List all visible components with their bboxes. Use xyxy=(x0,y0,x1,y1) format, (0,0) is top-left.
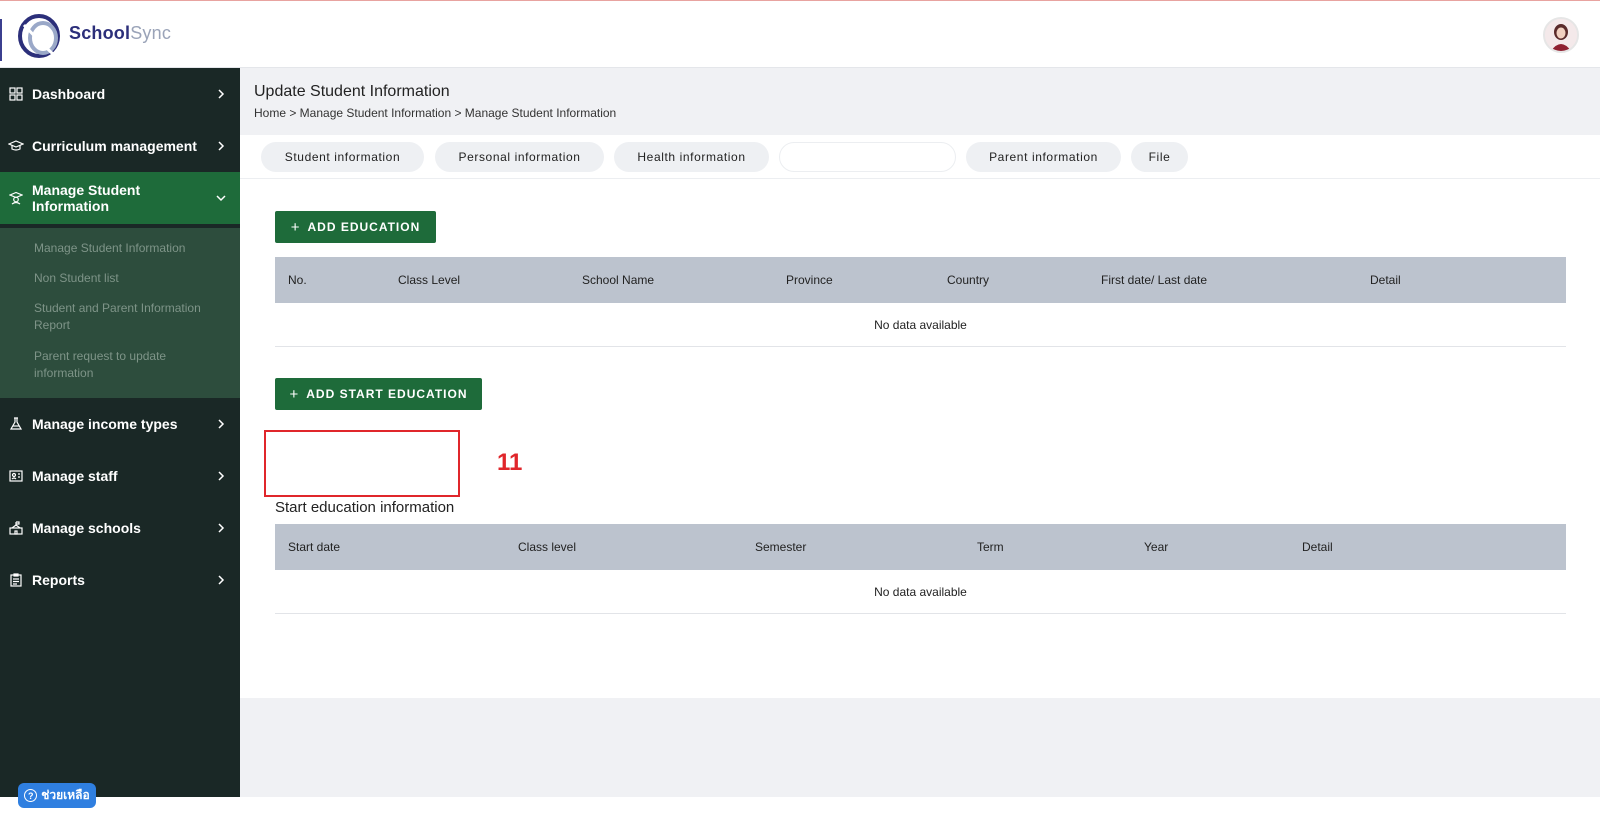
education-empty-row: No data available xyxy=(275,303,1566,347)
help-icon: ? xyxy=(24,789,38,802)
column-header: Detail xyxy=(1370,273,1401,287)
start-education-section-title: Start education information xyxy=(275,499,455,516)
id-card-icon xyxy=(8,468,24,484)
tab-health-information[interactable]: Health information xyxy=(614,142,769,172)
education-table-header: No. Class Level School Name Province Cou… xyxy=(275,257,1566,303)
chevron-right-icon xyxy=(214,417,228,431)
column-header: Detail xyxy=(1302,540,1333,554)
tab-personal-information[interactable]: Personal information xyxy=(435,142,604,172)
chevron-right-icon xyxy=(214,139,228,153)
top-bar: SchoolSync xyxy=(0,1,1600,68)
column-header: Semester xyxy=(755,540,807,554)
bottom-strip xyxy=(0,797,1600,827)
column-header: First date/ Last date xyxy=(1101,273,1208,287)
sidebar-item-manage-schools[interactable]: Manage schools xyxy=(0,502,240,554)
sidebar-item-label: Manage staff xyxy=(32,468,118,484)
sidebar: Dashboard Curriculum management Manage S… xyxy=(0,68,240,797)
column-header: No. xyxy=(288,273,307,287)
column-header: Start date xyxy=(288,540,341,554)
submenu-item-manage-student-information[interactable]: Manage Student Information xyxy=(34,240,224,257)
annotation-number: 11 xyxy=(497,449,523,476)
tab-hidden[interactable] xyxy=(779,142,956,172)
user-avatar[interactable] xyxy=(1543,17,1579,53)
submenu-item-student-parent-report[interactable]: Student and Parent Information Report xyxy=(34,300,224,334)
column-header: Province xyxy=(786,273,833,287)
student-icon xyxy=(8,190,24,206)
add-start-education-button[interactable]: + ADD START EDUCATION xyxy=(275,378,482,410)
column-header: School Name xyxy=(582,273,655,287)
start-education-empty-row: No data available xyxy=(275,570,1566,614)
sidebar-item-curriculum[interactable]: Curriculum management xyxy=(0,120,240,172)
grid-icon xyxy=(8,86,24,102)
page-title: Update Student Information xyxy=(254,83,450,100)
clipboard-icon xyxy=(8,572,24,588)
flask-icon xyxy=(8,416,24,432)
school-icon xyxy=(8,520,24,536)
column-header: Country xyxy=(947,273,990,287)
sidebar-item-reports[interactable]: Reports xyxy=(0,554,240,606)
submenu-item-non-student-list[interactable]: Non Student list xyxy=(34,270,224,287)
column-header: Class Level xyxy=(398,273,461,287)
sidebar-item-dashboard[interactable]: Dashboard xyxy=(0,68,240,120)
sidebar-item-label: Reports xyxy=(32,572,85,588)
sidebar-item-manage-staff[interactable]: Manage staff xyxy=(0,450,240,502)
sidebar-item-label: Dashboard xyxy=(32,86,106,102)
sidebar-item-manage-student-information[interactable]: Manage Student Information xyxy=(0,172,240,224)
column-header: Term xyxy=(977,540,1004,554)
chevron-down-icon xyxy=(214,191,228,205)
tab-student-information[interactable]: Student information xyxy=(261,142,424,172)
annotation-highlight-box xyxy=(264,430,460,497)
sidebar-item-label: Curriculum management xyxy=(32,138,197,154)
breadcrumb[interactable]: Home > Manage Student Information > Mana… xyxy=(254,106,616,120)
brand-name: SchoolSync xyxy=(69,23,172,43)
chevron-right-icon xyxy=(214,87,228,101)
sidebar-item-label: Manage income types xyxy=(32,416,178,432)
graduation-cap-icon xyxy=(8,138,24,154)
schoolsync-logo-icon[interactable] xyxy=(14,11,64,59)
sidebar-item-label: Manage Student Information xyxy=(32,182,141,214)
tabs-row: Student information Personal information… xyxy=(240,135,1600,179)
chevron-right-icon xyxy=(214,469,228,483)
sidebar-submenu: Manage Student Information Non Student l… xyxy=(0,228,240,398)
column-header: Year xyxy=(1144,540,1169,554)
column-header: Class level xyxy=(518,540,577,554)
sidebar-item-manage-income-types[interactable]: Manage income types xyxy=(0,398,240,450)
tab-file[interactable]: File xyxy=(1131,142,1188,172)
content-panel: Student information Personal information… xyxy=(240,135,1600,698)
plus-icon: + xyxy=(289,385,300,403)
left-accent-mark xyxy=(0,19,2,61)
help-button[interactable]: ? ช่วยเหลือ xyxy=(18,783,96,808)
chevron-right-icon xyxy=(214,521,228,535)
plus-icon: + xyxy=(290,218,301,236)
add-education-button[interactable]: + ADD EDUCATION xyxy=(275,211,436,243)
chevron-right-icon xyxy=(214,573,228,587)
start-education-table-header: Start date Class level Semester Term Yea… xyxy=(275,524,1566,570)
tab-parent-information[interactable]: Parent information xyxy=(966,142,1121,172)
main-content: Update Student Information Home > Manage… xyxy=(240,68,1600,797)
sidebar-item-label: Manage schools xyxy=(32,520,141,536)
submenu-item-parent-request[interactable]: Parent request to update information xyxy=(34,348,224,382)
